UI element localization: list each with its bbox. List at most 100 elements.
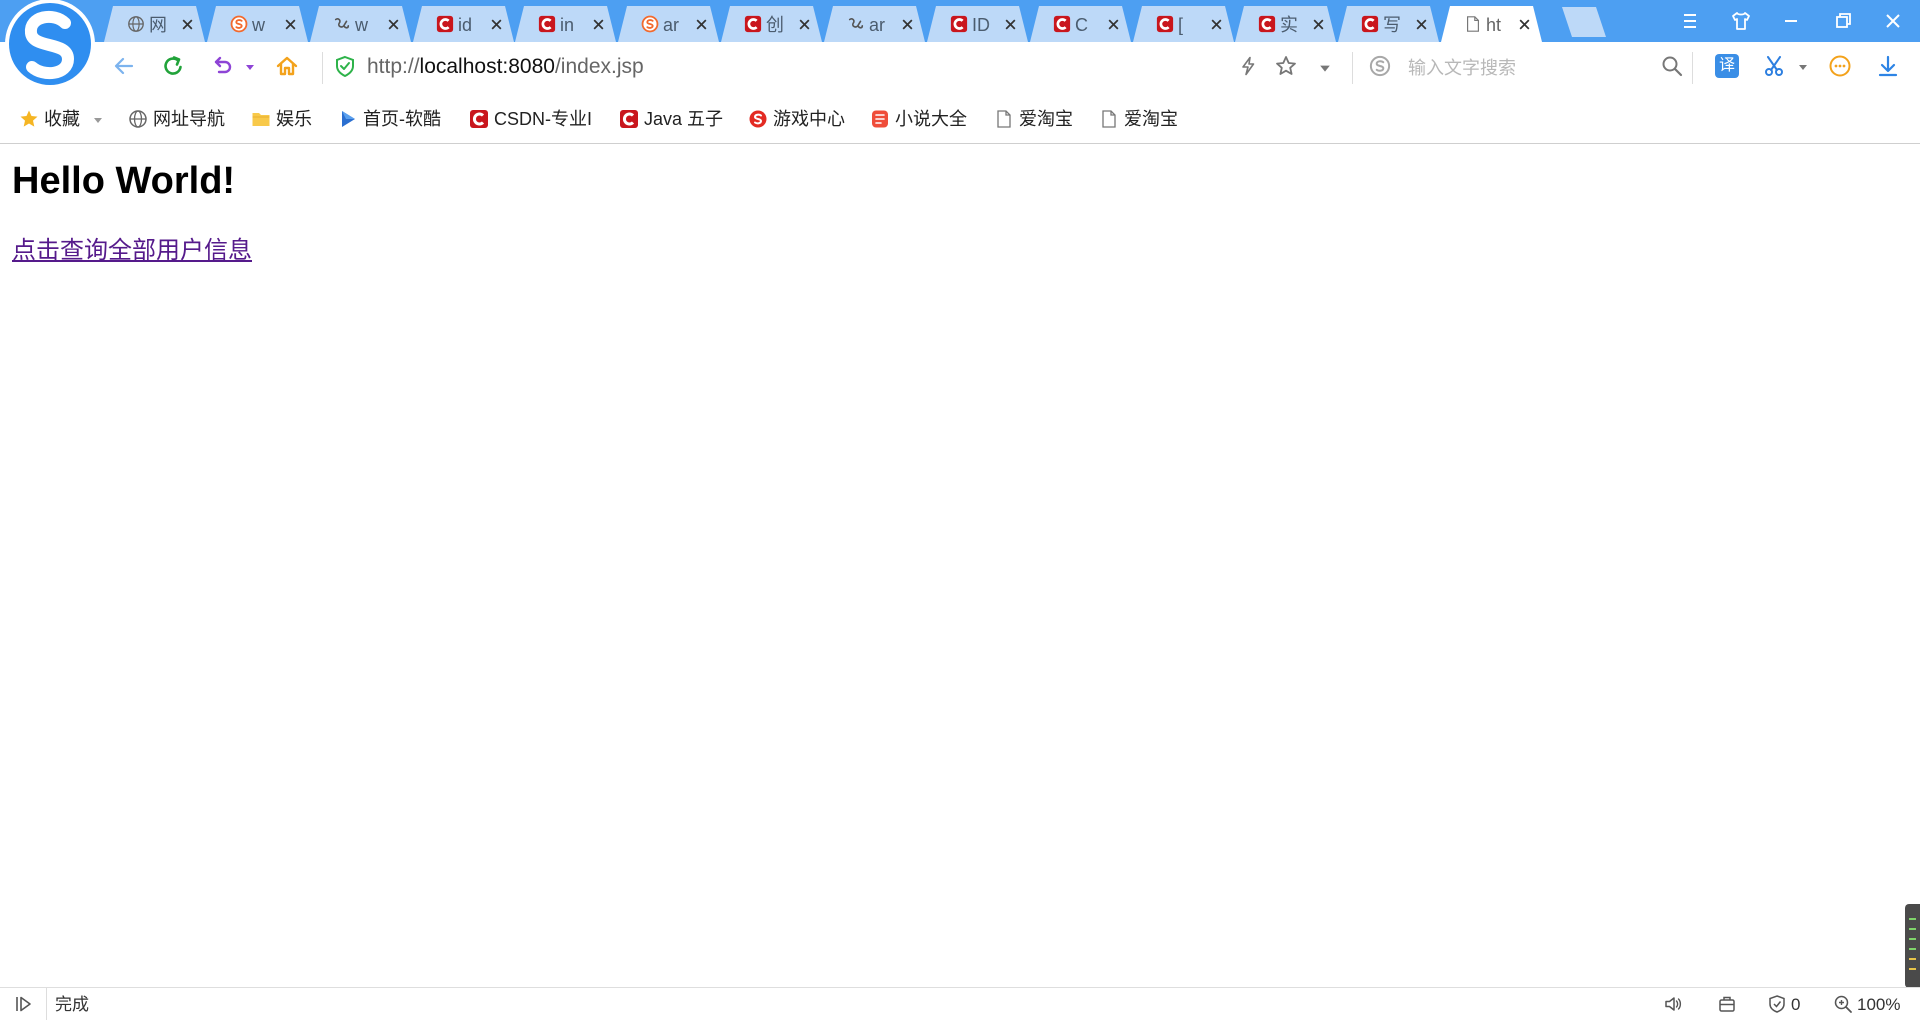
browser-tab[interactable]: [ [1133,6,1234,42]
csdn-icon [436,15,454,33]
back-arrow-icon[interactable] [112,54,136,78]
query-all-users-link[interactable]: 点击查询全部用户信息 [12,236,252,266]
close-tab-icon[interactable] [1415,18,1428,31]
ad-block-shield-icon[interactable] [1767,994,1787,1014]
search-input[interactable]: 输入文字搜索 [1408,56,1516,80]
close-tab-icon[interactable] [901,18,914,31]
csdn-icon [950,15,968,33]
close-tab-icon[interactable] [695,18,708,31]
tab-title: C [1075,15,1088,35]
zoom-level[interactable]: 100% [1857,994,1900,1015]
browser-tab[interactable]: id [413,6,514,42]
star-icon[interactable] [1274,54,1298,78]
tab-title: 实 [1280,15,1298,35]
close-tab-icon[interactable] [1107,18,1120,31]
browser-tab[interactable]: 写 [1338,6,1439,42]
tab-title: 写 [1383,15,1401,35]
bookmark-folder[interactable]: 娱乐 [251,105,312,133]
bookmark-item[interactable]: 小说大全 [870,105,967,133]
bookmark-label: 娱乐 [276,109,312,129]
bookmark-favorites[interactable]: 收藏 [19,105,80,133]
skin-icon[interactable] [1726,7,1756,35]
browser-logo-icon[interactable] [2,0,98,93]
close-tab-icon[interactable] [387,18,400,31]
side-widget[interactable] [1905,904,1920,988]
site-icon [848,18,864,29]
bookmark-item[interactable]: 爱淘宝 [1099,105,1178,133]
sidebar-toggle-icon[interactable] [13,994,33,1014]
browser-tab[interactable]: w [310,6,411,42]
tab-title: ht [1486,15,1502,35]
browser-tab[interactable]: ar [824,6,925,42]
sogou-icon[interactable] [1369,55,1391,77]
bookmark-label: 爱淘宝 [1124,109,1178,129]
more-options-icon[interactable] [1828,54,1852,78]
toolbox-icon[interactable] [1717,994,1737,1014]
menu-icon[interactable] [1675,7,1705,35]
close-tab-icon[interactable] [1004,18,1017,31]
bookmark-item[interactable]: Java 五子 [619,105,723,133]
new-tab-button[interactable] [1562,7,1606,37]
browser-tab[interactable]: C [1030,6,1131,42]
play-icon [342,111,355,127]
tab-title: ar [663,15,680,35]
widget-tick [1909,918,1916,920]
tab-title: 网 [149,15,167,35]
refresh-icon[interactable] [161,54,185,78]
browser-tab[interactable]: 实 [1235,6,1336,42]
chevron-down-icon[interactable] [1798,62,1808,72]
close-tab-icon[interactable] [181,18,194,31]
bookmark-item[interactable]: 游戏中心 [748,105,845,133]
browser-tab[interactable]: 创 [721,6,822,42]
bookmark-item[interactable]: 网址导航 [128,105,225,133]
translate-button[interactable]: 译 [1715,54,1739,78]
close-tab-icon[interactable] [1210,18,1223,31]
url-field[interactable]: http://localhost:8080/index.jsp [367,54,644,80]
home-icon[interactable] [275,54,299,78]
zoom-icon[interactable] [1833,994,1853,1014]
minimize-icon[interactable] [1776,7,1806,35]
bookmark-item[interactable]: 首页-软酷 [338,105,441,133]
novel-icon [872,110,888,128]
verified-shield-icon[interactable] [334,55,356,77]
csdn-icon [470,110,488,128]
tab-title: [ [1178,15,1184,35]
close-icon[interactable] [1878,7,1908,35]
speaker-icon[interactable] [1663,994,1683,1014]
bookmark-label: CSDN-专业I [494,109,592,129]
status-text: 完成 [55,995,89,1014]
url-scheme: http:// [367,55,420,78]
page-heading: Hello World! [12,160,236,202]
scissors-icon[interactable] [1762,54,1786,78]
close-tab-icon[interactable] [798,18,811,31]
bookmark-label: 小说大全 [895,109,967,129]
browser-tab[interactable]: 网 [104,6,205,42]
browser-tab[interactable]: in [515,6,616,42]
close-tab-icon[interactable] [1518,18,1531,31]
globe-icon [129,110,147,128]
close-tab-icon[interactable] [592,18,605,31]
browser-tab-active[interactable]: ht [1441,6,1542,42]
chevron-down-icon[interactable] [93,115,103,125]
close-tab-icon[interactable] [490,18,503,31]
tab-title: w [252,15,265,35]
chevron-down-icon[interactable] [245,62,255,72]
csdn-icon [1053,15,1071,33]
widget-tick [1909,928,1916,930]
undo-close-tab-icon[interactable] [211,54,235,78]
close-tab-icon[interactable] [1312,18,1325,31]
browser-tab[interactable]: ar [618,6,719,42]
close-tab-icon[interactable] [284,18,297,31]
browser-tab[interactable]: w [207,6,308,42]
search-icon[interactable] [1661,55,1683,77]
bookmark-item[interactable]: 爱淘宝 [994,105,1073,133]
bookmark-item[interactable]: CSDN-专业I [469,105,592,133]
widget-tick [1909,938,1916,940]
restore-icon[interactable] [1828,7,1858,35]
browser-tab[interactable]: ID [927,6,1028,42]
csdn-icon [744,15,762,33]
lightning-icon[interactable] [1238,56,1258,76]
chevron-down-icon[interactable] [1319,62,1331,74]
url-host: localhost:8080 [419,55,555,78]
download-icon[interactable] [1876,54,1900,78]
